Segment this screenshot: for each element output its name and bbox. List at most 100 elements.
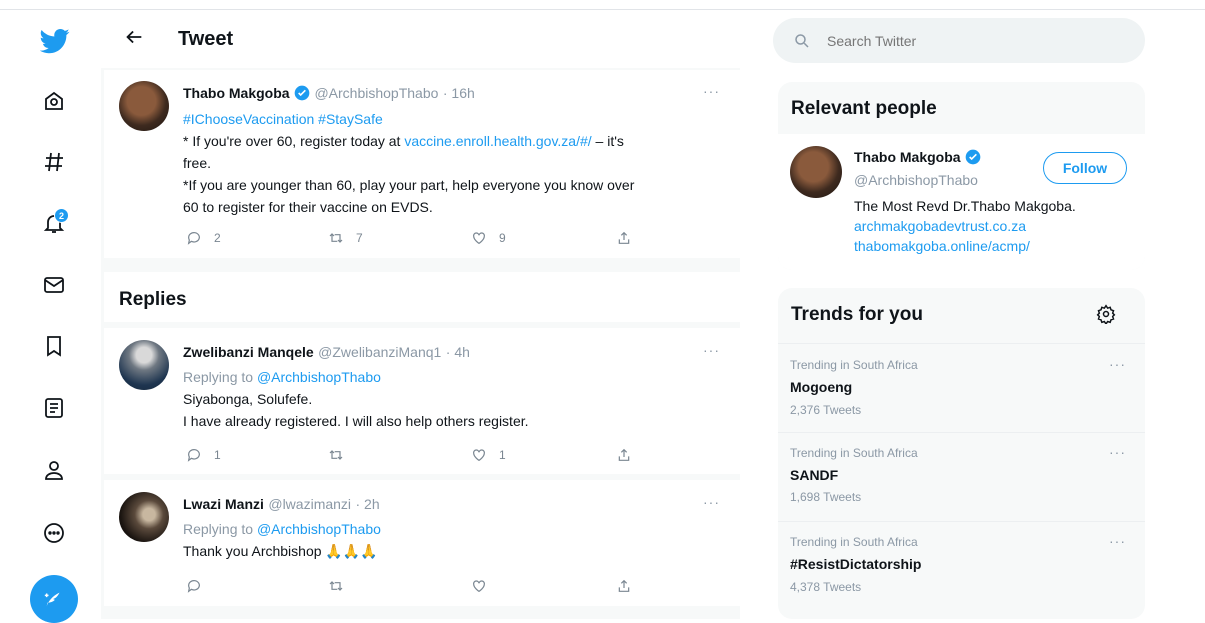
share-button[interactable]	[616, 578, 632, 594]
tweet-hashtags[interactable]: #IChooseVaccination #StaySafe	[183, 108, 728, 130]
person-name[interactable]: Thabo Makgoba	[854, 149, 961, 165]
back-arrow-icon[interactable]	[123, 26, 145, 53]
like-button[interactable]	[471, 578, 499, 594]
like-button[interactable]: 1	[471, 447, 506, 463]
bio-link-1[interactable]: archmakgobadevtrust.co.za	[854, 216, 1076, 236]
reply-tweet[interactable]: Zwelibanzi Manqele @ZwelibanziManq1 · 4h…	[104, 328, 740, 474]
reply-icon	[187, 449, 200, 462]
trend-name: #ResistDictatorship	[790, 556, 922, 572]
messages-icon[interactable]	[40, 271, 68, 299]
trends-heading: Trends for you	[791, 304, 923, 325]
author-handle[interactable]: @ZwelibanziManq1	[318, 344, 441, 360]
author-name[interactable]: Thabo Makgoba	[183, 85, 290, 101]
search-box[interactable]	[773, 18, 1145, 63]
verified-icon	[294, 85, 310, 101]
explore-icon[interactable]	[40, 148, 68, 176]
trend-count: 1,698 Tweets	[790, 490, 862, 504]
person-bio: The Most Revd Dr.Thabo Makgoba. archmakg…	[854, 196, 1076, 256]
replies-heading: Replies	[119, 289, 187, 310]
more-icon[interactable]	[40, 519, 68, 547]
trend-context: Trending in South Africa	[790, 358, 918, 372]
tweet-author-line: Lwazi Manzi @lwazimanzi · 2h	[183, 496, 380, 514]
tweet-link[interactable]: vaccine.enroll.health.gov.za/#/	[404, 133, 591, 149]
retweet-button[interactable]	[328, 447, 356, 463]
share-button[interactable]	[616, 230, 632, 246]
retweet-icon	[329, 581, 343, 591]
replying-to-link[interactable]: @ArchbishopThabo	[257, 369, 381, 385]
more-options-icon[interactable]: ···	[703, 494, 720, 510]
trend-context: Trending in South Africa	[790, 535, 918, 549]
avatar[interactable]	[119, 81, 169, 131]
author-handle[interactable]: @lwazimanzi	[268, 496, 351, 512]
reply-button[interactable]: 2	[186, 230, 221, 246]
tweet-line4: 60 to register for their vaccine on EVDS…	[183, 199, 433, 215]
trends-panel: Trends for you Trending in South Africa …	[778, 288, 1145, 619]
retweet-button[interactable]	[328, 578, 356, 594]
tweet-line1-prefix: * If you're over 60, register today at	[183, 133, 405, 149]
trend-more-icon[interactable]: ···	[1109, 356, 1126, 372]
search-input[interactable]	[825, 31, 1129, 50]
like-count: 1	[499, 448, 506, 462]
author-name[interactable]: Zwelibanzi Manqele	[183, 344, 314, 360]
tweet-author-line: Zwelibanzi Manqele @ZwelibanziManq1 · 4h	[183, 344, 470, 362]
tweet-time: · 16h	[442, 85, 475, 101]
trend-more-icon[interactable]: ···	[1109, 533, 1126, 549]
lists-icon[interactable]	[40, 394, 68, 422]
reply-icon	[187, 580, 200, 593]
reply-button[interactable]: 1	[186, 447, 221, 463]
bio-link-2[interactable]: thabomakgoba.online/acmp/	[854, 236, 1076, 256]
author-name[interactable]: Lwazi Manzi	[183, 496, 264, 512]
replying-to-link[interactable]: @ArchbishopThabo	[257, 521, 381, 537]
notifications-icon[interactable]: 2	[40, 208, 69, 237]
reply-line1: Siyabonga, Solufefe.	[183, 391, 313, 407]
tweet-header: Tweet	[101, 10, 740, 68]
home-icon[interactable]	[40, 87, 68, 115]
reply-button[interactable]	[186, 578, 214, 594]
trend-more-icon[interactable]: ···	[1109, 444, 1126, 460]
person-name-line: Thabo Makgoba	[854, 149, 981, 167]
tweet-text: #IChooseVaccination #StaySafe * If you'r…	[183, 108, 728, 218]
twitter-logo-icon[interactable]	[39, 25, 71, 57]
tweet-line2: free.	[183, 155, 212, 171]
trend-count: 4,378 Tweets	[790, 580, 862, 594]
trend-name: Mogoeng	[790, 379, 853, 395]
settings-icon[interactable]	[1096, 304, 1116, 329]
compose-tweet-button[interactable]	[30, 575, 78, 623]
retweet-button[interactable]: 7	[328, 230, 363, 246]
trend-item[interactable]: Trending in South Africa #ResistDictator…	[778, 521, 1145, 620]
reply-line2: I have already registered. I will also h…	[183, 413, 529, 429]
more-options-icon[interactable]: ···	[703, 342, 720, 358]
avatar[interactable]	[119, 340, 169, 390]
reply-icon	[187, 232, 200, 245]
retweet-count: 7	[356, 231, 363, 245]
avatar[interactable]	[790, 146, 842, 198]
tweet-line3: *If you are younger than 60, play your p…	[183, 177, 635, 193]
like-icon	[473, 232, 485, 245]
more-options-icon[interactable]: ···	[703, 83, 720, 99]
author-handle[interactable]: @ArchbishopThabo	[314, 85, 438, 101]
like-icon	[473, 449, 485, 462]
tweet-time: · 2h	[355, 496, 380, 512]
trend-context: Trending in South Africa	[790, 446, 918, 460]
retweet-icon	[329, 450, 343, 460]
person-handle[interactable]: @ArchbishopThabo	[854, 172, 978, 188]
tweet-time: · 4h	[445, 344, 470, 360]
reply-count: 2	[214, 231, 221, 245]
follow-button[interactable]: Follow	[1043, 152, 1127, 184]
reply-tweet[interactable]: Lwazi Manzi @lwazimanzi · 2h ··· Replyin…	[104, 480, 740, 606]
trend-item[interactable]: Trending in South Africa Mogoeng 2,376 T…	[778, 343, 1145, 432]
avatar[interactable]	[119, 492, 169, 542]
relevant-people-heading: Relevant people	[791, 98, 937, 119]
profile-icon[interactable]	[40, 456, 68, 484]
tweet-author-line: Thabo Makgoba @ArchbishopThabo · 16h	[183, 85, 475, 103]
share-icon	[618, 231, 630, 244]
share-button[interactable]	[616, 447, 632, 463]
like-button[interactable]: 9	[471, 230, 506, 246]
bookmarks-icon[interactable]	[40, 332, 68, 360]
replies-section-header: Replies	[104, 272, 740, 322]
verified-icon	[965, 149, 981, 165]
main-tweet[interactable]: Thabo Makgoba @ArchbishopThabo · 16h ···…	[104, 70, 740, 258]
bio-text: The Most Revd Dr.Thabo Makgoba.	[854, 198, 1076, 214]
like-icon	[473, 580, 485, 593]
trend-item[interactable]: Trending in South Africa SANDF 1,698 Twe…	[778, 432, 1145, 521]
